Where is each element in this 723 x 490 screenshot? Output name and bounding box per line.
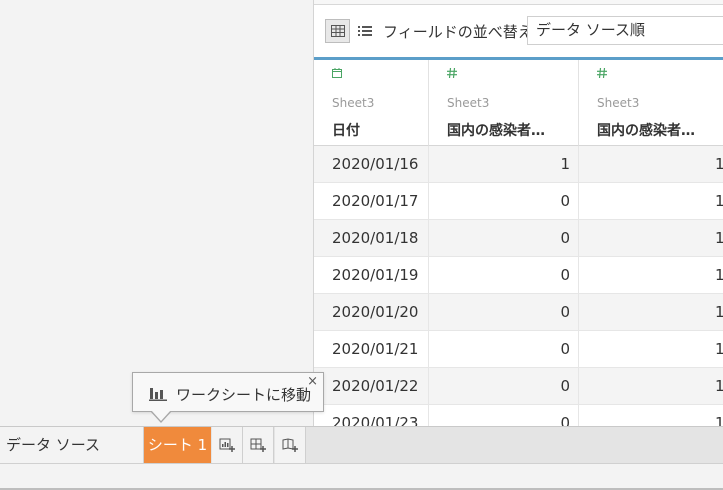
table-row: 2020/01/22 0 1 xyxy=(314,368,723,405)
column-header-date[interactable]: Sheet3 日付 xyxy=(314,60,429,146)
column-header-cases-2[interactable]: Sheet3 国内の感染者… xyxy=(579,60,723,146)
table-row: 2020/01/23 0 1 xyxy=(314,405,723,426)
grid-toolbar: フィールドの並べ替え データ ソース順 xyxy=(314,6,723,58)
cell-value: 1 xyxy=(579,368,723,405)
left-pane xyxy=(0,0,314,426)
sheet-tab-bar: データ ソース シート 1 xyxy=(0,426,723,463)
sheet-tab[interactable]: シート 1 xyxy=(144,427,211,463)
cell-date: 2020/01/20 xyxy=(314,294,429,331)
sort-fields-select[interactable]: データ ソース順 xyxy=(527,16,723,45)
number-hash-icon xyxy=(447,68,457,78)
cell-value: 0 xyxy=(429,294,579,331)
cell-value: 0 xyxy=(429,220,579,257)
data-rows: 2020/01/16 1 1 2020/01/17 0 1 2020/01/18… xyxy=(314,146,723,426)
go-to-worksheet-tooltip[interactable]: ワークシートに移動 × xyxy=(132,372,324,412)
table-row: 2020/01/20 0 1 xyxy=(314,294,723,331)
list-view-button[interactable] xyxy=(357,21,373,41)
table-row: 2020/01/19 0 1 xyxy=(314,257,723,294)
bar-chart-icon xyxy=(149,388,167,401)
cell-date: 2020/01/18 xyxy=(314,220,429,257)
cell-date: 2020/01/17 xyxy=(314,183,429,220)
table-row: 2020/01/17 0 1 xyxy=(314,183,723,220)
close-icon[interactable]: × xyxy=(307,375,318,389)
new-dashboard-button[interactable] xyxy=(243,427,274,463)
top-strip xyxy=(314,0,723,5)
cell-value: 1 xyxy=(579,220,723,257)
new-worksheet-icon xyxy=(219,438,235,452)
cell-date: 2020/01/23 xyxy=(314,405,429,426)
column-name: 日付 xyxy=(332,123,360,139)
new-dashboard-icon xyxy=(250,438,266,452)
cell-value: 1 xyxy=(579,405,723,426)
cell-value: 1 xyxy=(579,183,723,220)
data-grid-pane: フィールドの並べ替え データ ソース順 Sheet3 日付 Sheet3 国内の… xyxy=(314,0,723,426)
new-story-button[interactable] xyxy=(275,427,306,463)
table-row: 2020/01/18 0 1 xyxy=(314,220,723,257)
grid-icon xyxy=(330,25,345,37)
column-name: 国内の感染者… xyxy=(597,123,695,139)
cell-value: 0 xyxy=(429,368,579,405)
grid-view-button[interactable] xyxy=(325,19,350,43)
cell-value: 0 xyxy=(429,257,579,294)
new-story-icon xyxy=(282,438,298,452)
cell-date: 2020/01/16 xyxy=(314,146,429,183)
cell-value: 1 xyxy=(429,146,579,183)
column-source: Sheet3 xyxy=(332,96,375,110)
table-row: 2020/01/21 0 1 xyxy=(314,331,723,368)
calendar-icon xyxy=(332,68,342,78)
data-source-tab[interactable]: データ ソース xyxy=(0,427,144,463)
tableau-window: フィールドの並べ替え データ ソース順 Sheet3 日付 Sheet3 国内の… xyxy=(0,0,723,490)
tooltip-arrow-fill xyxy=(151,410,171,421)
status-bar xyxy=(0,463,723,490)
cell-value: 0 xyxy=(429,183,579,220)
list-icon xyxy=(358,26,372,36)
cell-value: 0 xyxy=(429,331,579,368)
sort-fields-label: フィールドの並べ替え xyxy=(383,23,533,41)
table-row: 2020/01/16 1 1 xyxy=(314,146,723,183)
cell-date: 2020/01/19 xyxy=(314,257,429,294)
new-worksheet-button[interactable] xyxy=(212,427,243,463)
cell-date: 2020/01/22 xyxy=(314,368,429,405)
column-source: Sheet3 xyxy=(447,96,490,110)
cell-value: 0 xyxy=(429,405,579,426)
cell-value: 1 xyxy=(579,331,723,368)
cell-value: 1 xyxy=(579,257,723,294)
tooltip-text: ワークシートに移動 xyxy=(176,386,312,404)
cell-value: 1 xyxy=(579,146,723,183)
column-name: 国内の感染者… xyxy=(447,123,545,139)
cell-value: 1 xyxy=(579,294,723,331)
cell-date: 2020/01/21 xyxy=(314,331,429,368)
number-hash-icon xyxy=(597,68,607,78)
column-source: Sheet3 xyxy=(597,96,640,110)
column-header-cases-1[interactable]: Sheet3 国内の感染者… xyxy=(429,60,579,146)
